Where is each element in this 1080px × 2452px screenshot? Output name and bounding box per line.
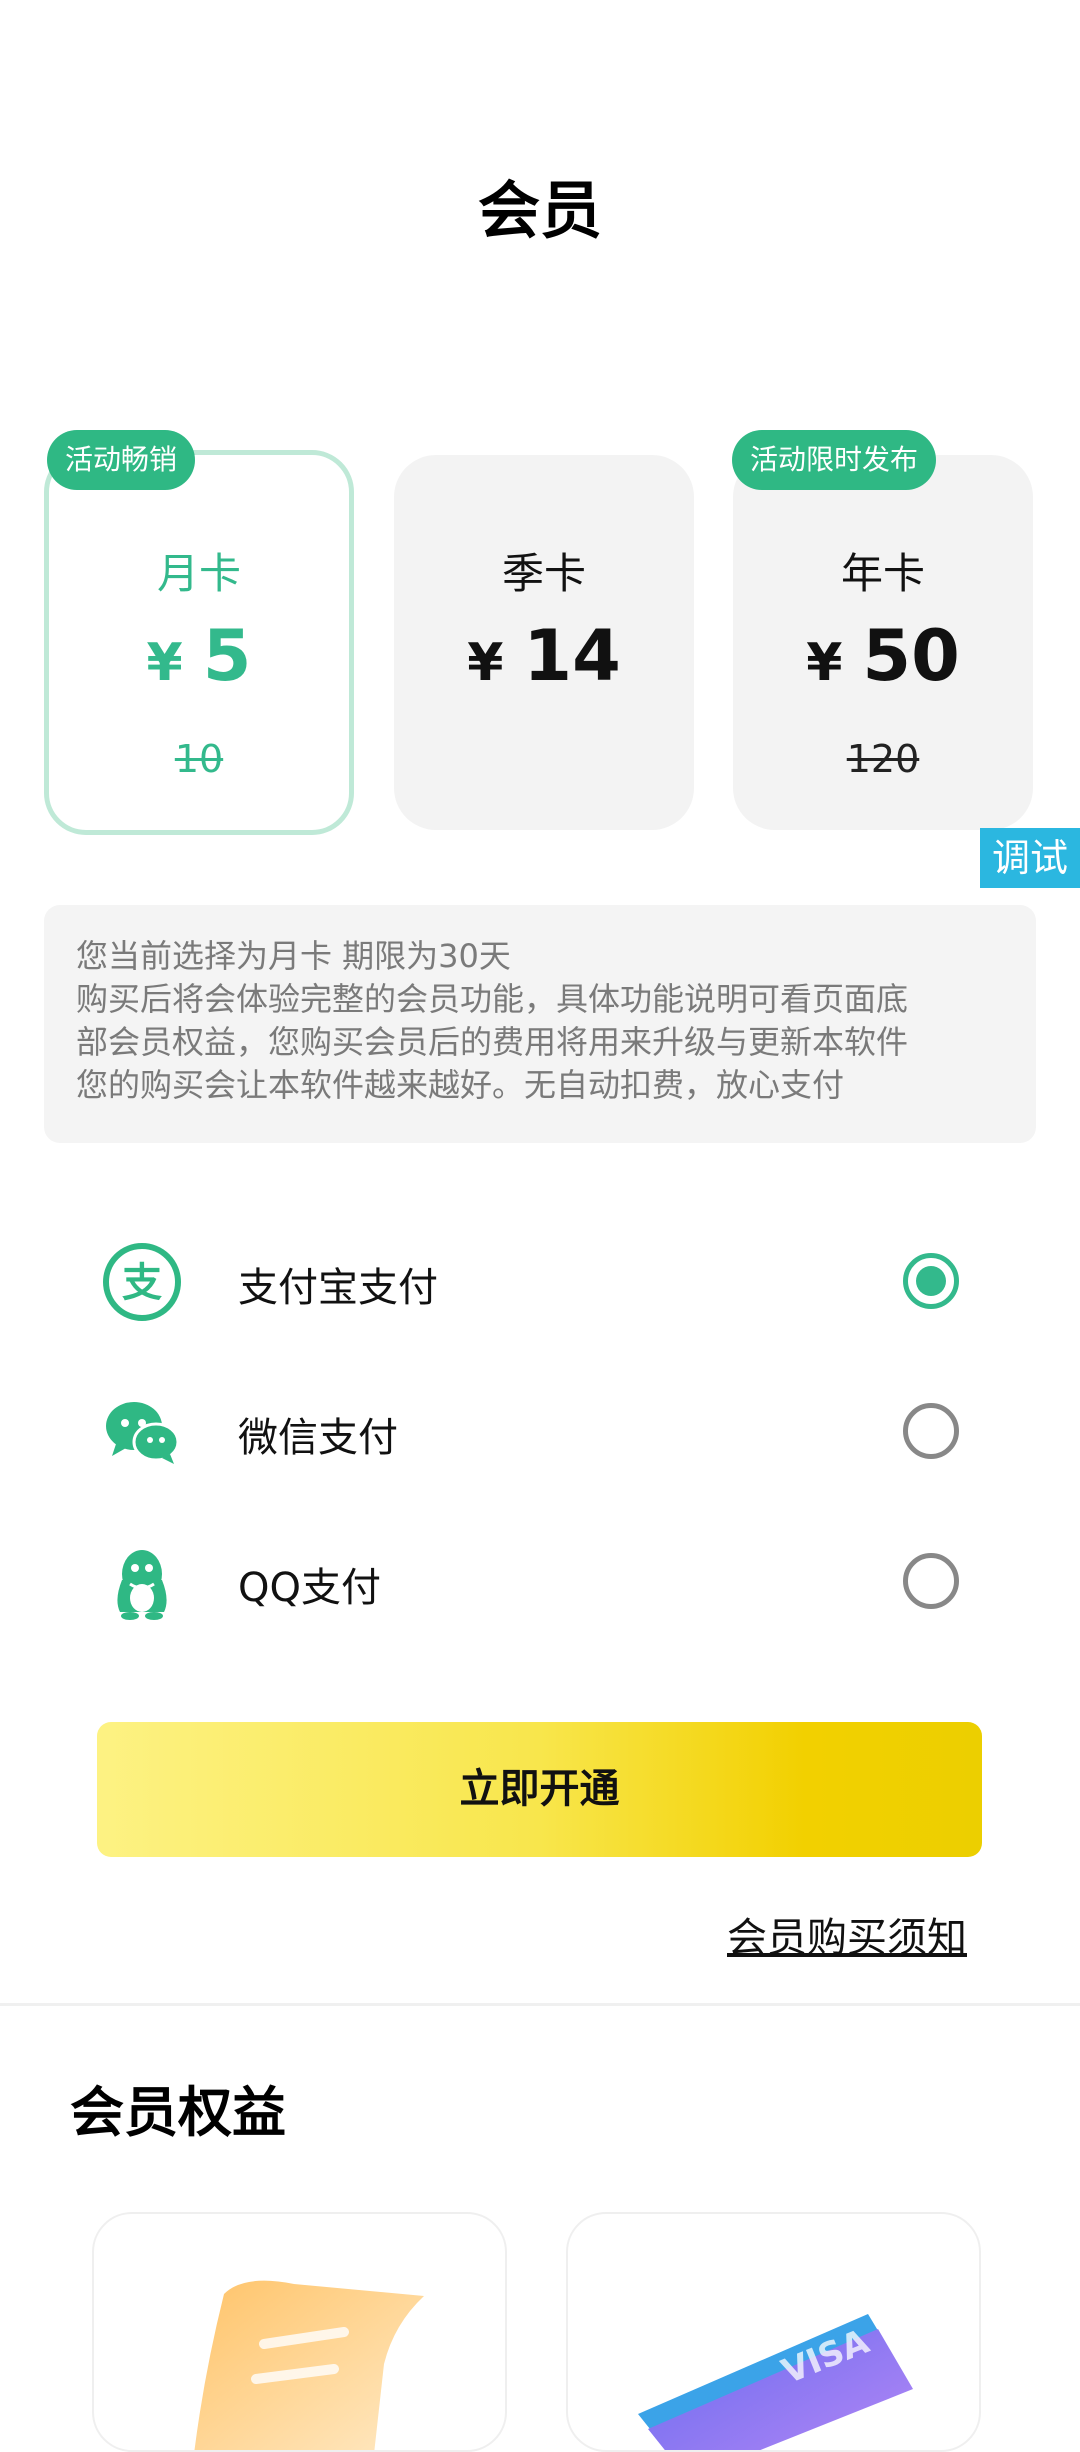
plan-description: 您当前选择为月卡 期限为30天 购买后将会体验完整的会员功能，具体功能说明可看页… [44,905,1036,1143]
credit-card-icon: VISA [568,2314,979,2450]
price-value: 50 [862,615,960,697]
subscribe-button[interactable]: 立即开通 [97,1722,982,1857]
payment-label: QQ支付 [238,1565,381,1611]
original-price: 120 [846,737,920,781]
description-line: 部会员权益，您购买会员后的费用将用来升级与更新本软件 [76,1023,909,1061]
wechat-icon [100,1390,184,1474]
promo-badge-limited: 活动限时发布 [732,430,937,490]
benefits-title: 会员权益 [70,2081,286,2144]
plan-name: 年卡 [840,549,925,598]
divider [0,2003,1080,2006]
description-line: 您的购买会让本软件越来越好。无自动扣费，放心支付 [76,1066,845,1104]
description-line: 您当前选择为月卡 期限为30天 [76,937,511,975]
plan-card-yearly[interactable]: 年卡 ¥50 120 [733,455,1033,830]
benefit-card[interactable] [92,2212,507,2452]
currency-symbol: ¥ [146,633,183,693]
plan-name: 季卡 [501,549,586,598]
plan-price: ¥5 [49,615,349,697]
original-price: 10 [174,737,224,781]
benefit-card[interactable]: VISA [566,2212,981,2452]
payment-option-wechat[interactable]: 微信支付 [0,1370,1080,1490]
plan-card-quarterly[interactable]: 季卡 ¥14 [394,455,694,830]
description-line: 购买后将会体验完整的会员功能，具体功能说明可看页面底 [76,980,909,1018]
qq-icon [100,1540,184,1624]
payment-label: 微信支付 [238,1415,398,1461]
radio-qq[interactable] [903,1553,959,1609]
plan-name: 月卡 [156,549,241,598]
radio-alipay[interactable] [903,1253,959,1309]
svg-text:支: 支 [122,1260,162,1306]
currency-symbol: ¥ [806,633,843,693]
payment-option-alipay[interactable]: 支 支付宝支付 [0,1220,1080,1340]
promo-badge-hot: 活动畅销 [47,430,196,490]
plan-price: ¥50 [733,615,1033,697]
radio-wechat[interactable] [903,1403,959,1459]
payment-option-qq[interactable]: QQ支付 [0,1520,1080,1640]
debug-button[interactable]: 调试 [980,828,1080,888]
price-value: 5 [202,615,252,697]
price-value: 14 [523,615,621,697]
purchase-notice-link[interactable]: 会员购买须知 [727,1905,967,1963]
currency-symbol: ¥ [467,633,504,693]
plan-price: ¥14 [394,615,694,697]
payment-label: 支付宝支付 [238,1265,438,1311]
plan-card-monthly[interactable]: 月卡 ¥5 10 [44,450,354,835]
page-title: 会员 [477,174,602,247]
document-icon [94,2280,505,2450]
alipay-icon: 支 [100,1240,184,1324]
